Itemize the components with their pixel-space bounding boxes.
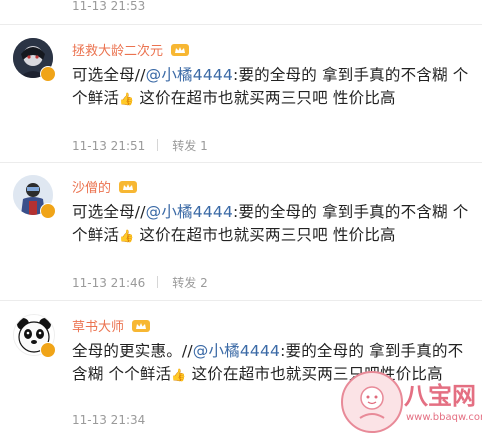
divider xyxy=(0,24,482,25)
comment-text-part: 可选全母// xyxy=(72,66,146,84)
divider xyxy=(0,300,482,301)
comment-time: 11-13 21:46 xyxy=(72,276,146,290)
repost-count: 2 xyxy=(200,276,208,290)
meta-separator xyxy=(157,276,159,288)
verified-icon xyxy=(40,342,56,358)
mention-link[interactable]: @小橘4444 xyxy=(146,203,233,221)
verified-icon xyxy=(40,203,56,219)
comment-text-part: 可选全母// xyxy=(72,203,146,221)
username-link[interactable]: 草书大师 xyxy=(72,316,151,335)
comment-meta: 11-13 21:34 xyxy=(72,413,145,427)
watermark-url: www.bbaqw.com xyxy=(406,412,482,423)
divider xyxy=(0,162,482,163)
comment-time: 11-13 21:51 xyxy=(72,139,146,153)
comment-text-part: 这价在超市也就买两三只吧 性价比高 xyxy=(134,226,396,244)
vip-crown-icon xyxy=(132,320,151,332)
comment-text: 可选全母//@小橘4444:要的全母的 拿到手真的不含糊 个个鲜活👍 这价在超市… xyxy=(72,201,474,248)
comment-text-part: 这价在超市也就买两三只吧 性价比高 xyxy=(134,89,396,107)
comment-meta: 11-13 21:51 转发 1 xyxy=(72,137,208,154)
repost-label: 转发 xyxy=(172,139,197,153)
thumbs-up-icon: 👍 xyxy=(119,92,135,106)
meta-separator xyxy=(157,139,159,151)
top-comment-time: 11-13 21:53 xyxy=(72,0,146,13)
verified-icon xyxy=(40,66,56,82)
comment-meta: 11-13 21:46 转发 2 xyxy=(72,274,208,291)
username-text: 拯救大龄二次元 xyxy=(72,44,164,59)
repost-label: 转发 xyxy=(172,276,197,290)
thumbs-up-icon: 👍 xyxy=(171,368,187,382)
watermark: 八宝网 www.bbaqw.com xyxy=(338,368,482,436)
vip-crown-icon xyxy=(171,44,190,56)
username-text: 沙僧的 xyxy=(72,181,112,196)
comment-text-part: 全母的更实惠。// xyxy=(72,342,193,360)
watermark-brand: 八宝网 xyxy=(404,382,476,410)
username-text: 草书大师 xyxy=(72,320,125,335)
repost-button[interactable]: 转发 1 xyxy=(172,139,207,153)
username-link[interactable]: 拯救大龄二次元 xyxy=(72,40,190,59)
comment-text: 可选全母//@小橘4444:要的全母的 拿到手真的不含糊 个个鲜活👍 这价在超市… xyxy=(72,64,474,111)
mention-link[interactable]: @小橘4444 xyxy=(146,66,233,84)
repost-button[interactable]: 转发 2 xyxy=(172,276,207,290)
vip-crown-icon xyxy=(119,181,138,193)
username-link[interactable]: 沙僧的 xyxy=(72,177,138,196)
thumbs-up-icon: 👍 xyxy=(119,229,135,243)
mention-link[interactable]: @小橘4444 xyxy=(193,342,280,360)
repost-count: 1 xyxy=(200,139,208,153)
comment-time: 11-13 21:34 xyxy=(72,413,146,427)
